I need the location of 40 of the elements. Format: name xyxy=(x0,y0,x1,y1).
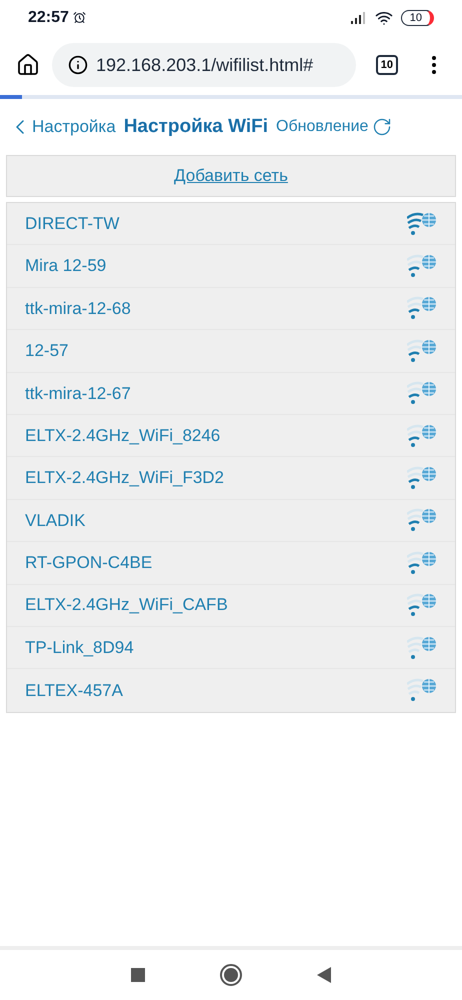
wifi-globe-icon xyxy=(407,593,437,618)
alarm-icon xyxy=(72,11,86,24)
home-icon[interactable] xyxy=(16,53,40,77)
signal-icon xyxy=(350,12,367,24)
wifi-globe-icon xyxy=(407,678,437,702)
home-button[interactable] xyxy=(220,964,242,986)
wifi-globe-icon xyxy=(407,212,437,236)
info-icon xyxy=(68,55,88,75)
network-item[interactable]: RT-GPON-C4BE xyxy=(7,542,455,585)
network-item[interactable]: ELTX-2.4GHz_WiFi_8246 xyxy=(7,414,455,458)
network-item[interactable]: DIRECT-TW xyxy=(7,203,455,246)
wifi-globe-icon xyxy=(407,508,437,532)
wifi-globe-icon xyxy=(407,254,437,278)
wifi-globe-icon xyxy=(407,338,437,363)
page-title: Настройка WiFi xyxy=(124,114,268,139)
back-button[interactable] xyxy=(317,967,331,983)
refresh-link[interactable]: Обновление xyxy=(276,115,392,139)
url-text: 192.168.203.1/wifilist.html# xyxy=(96,54,314,76)
network-item[interactable]: ttk-mira-12-67 xyxy=(7,372,455,415)
tab-count-button[interactable]: 10 xyxy=(376,54,398,76)
network-item[interactable]: TP-Link_8D94 xyxy=(7,626,455,670)
refresh-icon xyxy=(372,117,392,137)
wifi-globe-icon xyxy=(407,381,437,406)
wifi-globe-icon xyxy=(407,636,437,660)
battery-indicator: 10 xyxy=(400,10,434,26)
network-item[interactable]: Mira 12-59 xyxy=(7,245,455,288)
clock-time: 22:57 xyxy=(28,8,69,28)
add-network-button[interactable]: Добавить сеть xyxy=(6,155,456,197)
address-bar[interactable]: 192.168.203.1/wifilist.html# xyxy=(52,43,356,87)
network-item[interactable]: ELTX-2.4GHz_WiFi_CAFB xyxy=(7,584,455,627)
network-item[interactable]: ELTX-2.4GHz_WiFi_F3D2 xyxy=(7,457,455,500)
network-item[interactable]: 12-57 xyxy=(7,330,455,373)
network-item[interactable]: ELTEX-457A xyxy=(7,669,455,712)
back-link[interactable]: Настройка xyxy=(8,114,116,140)
network-item[interactable]: VLADIK xyxy=(7,500,455,542)
network-item[interactable]: ttk-mira-12-68 xyxy=(7,288,455,330)
wifi-globe-icon xyxy=(407,296,437,320)
wifi-globe-icon xyxy=(407,466,437,490)
wifi-globe-icon xyxy=(407,424,437,448)
wifi-globe-icon xyxy=(407,550,437,575)
